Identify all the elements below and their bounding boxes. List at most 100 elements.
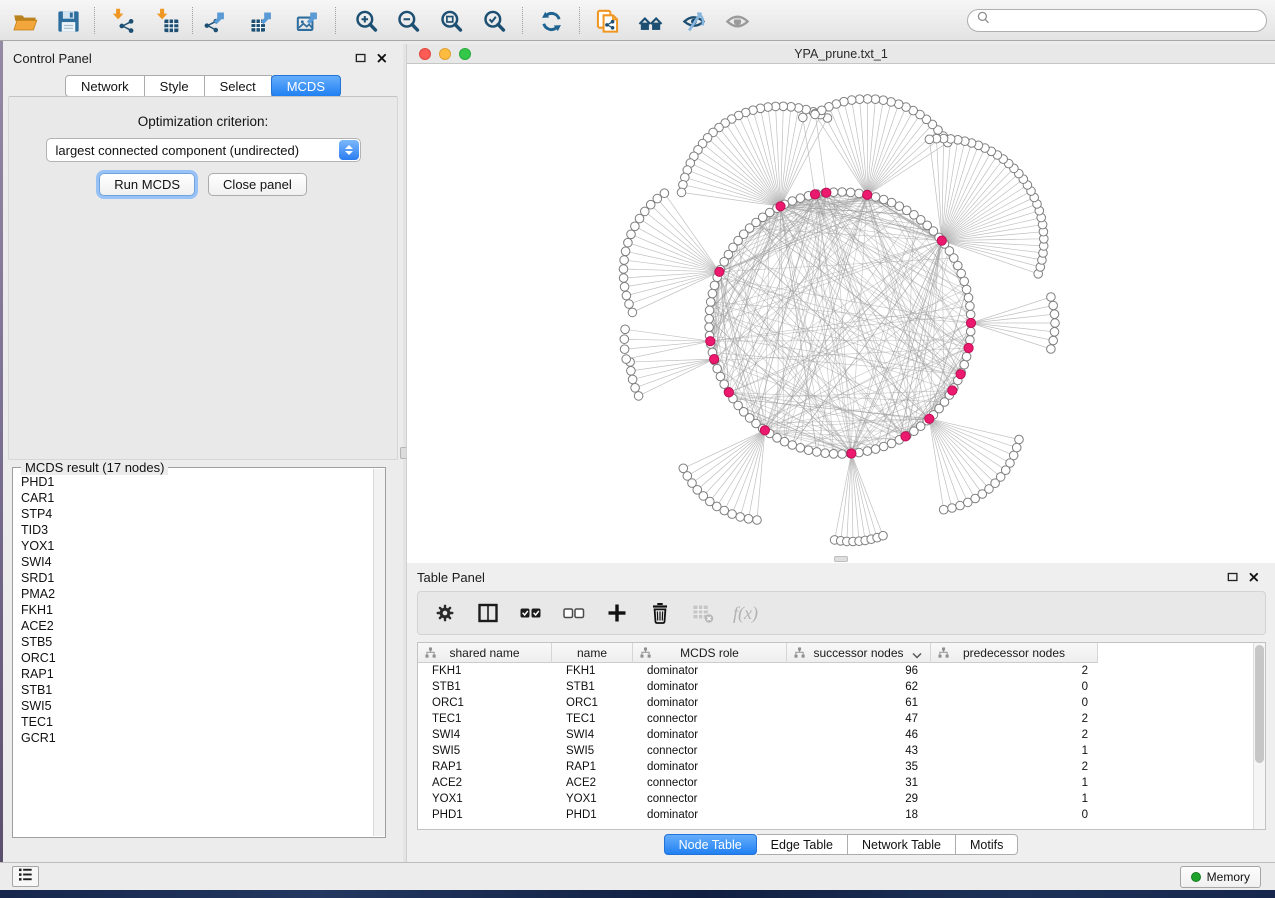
zoom-in-button[interactable] — [349, 5, 383, 37]
graph-leaf-node[interactable] — [631, 222, 640, 231]
graph-node[interactable] — [879, 442, 888, 451]
tab-network[interactable]: Network — [65, 75, 145, 97]
table-row[interactable]: SWI5 SWI5 connector 43 1 — [418, 743, 1253, 759]
search-input[interactable] — [992, 12, 1258, 30]
close-panel-button[interactable]: Close panel — [208, 173, 307, 196]
close-panel-icon[interactable] — [375, 51, 389, 65]
add-column-button[interactable] — [604, 600, 630, 626]
close-panel-icon[interactable] — [1247, 570, 1261, 584]
table-row[interactable]: STB1 STB1 dominator 62 0 — [418, 679, 1253, 695]
table-row[interactable]: FKH1 FKH1 dominator 96 2 — [418, 663, 1253, 679]
tab-select[interactable]: Select — [205, 75, 272, 97]
graph-leaf-node[interactable] — [744, 515, 753, 524]
clone-network-button[interactable] — [590, 5, 624, 37]
mcds-result-item[interactable]: GCR1 — [14, 730, 372, 746]
graph-node[interactable] — [962, 352, 971, 361]
column-header-name[interactable]: name — [552, 643, 633, 663]
mcds-result-item[interactable]: RAP1 — [14, 666, 372, 682]
run-mcds-button[interactable]: Run MCDS — [99, 173, 195, 196]
column-header-shared-name[interactable]: shared name — [418, 643, 552, 663]
graph-leaf-node[interactable] — [1047, 293, 1056, 302]
zoom-fit-button[interactable] — [434, 5, 468, 37]
graph-node[interactable] — [962, 285, 971, 294]
graph-leaf-node[interactable] — [631, 384, 640, 393]
open-session-button[interactable] — [8, 5, 42, 37]
mcds-result-item[interactable]: TID3 — [14, 522, 372, 538]
mcds-result-item[interactable]: YOX1 — [14, 538, 372, 554]
graph-leaf-node[interactable] — [925, 135, 934, 144]
mcds-result-item[interactable]: CAR1 — [14, 490, 372, 506]
graph-leaf-node[interactable] — [1050, 328, 1059, 337]
zoom-out-button[interactable] — [391, 5, 425, 37]
first-neighbors-button[interactable] — [633, 5, 667, 37]
mcds-result-item[interactable]: PHD1 — [14, 474, 372, 490]
graph-leaf-node[interactable] — [879, 531, 888, 540]
mcds-result-item[interactable]: TEC1 — [14, 714, 372, 730]
graph-leaf-node[interactable] — [728, 510, 737, 519]
graph-node[interactable] — [960, 277, 969, 286]
graph-node[interactable] — [710, 281, 719, 290]
graph-leaf-node[interactable] — [948, 504, 957, 513]
graph-leaf-node[interactable] — [1050, 310, 1059, 319]
graph-node[interactable] — [706, 298, 715, 307]
graph-node[interactable] — [708, 289, 717, 298]
table-row[interactable]: PHD1 PHD1 dominator 18 0 — [418, 807, 1253, 823]
mcds-hub-node[interactable] — [706, 337, 715, 346]
mcds-hub-node[interactable] — [966, 318, 975, 327]
network-canvas[interactable] — [407, 64, 1275, 563]
graph-leaf-node[interactable] — [624, 238, 633, 247]
table-row[interactable]: ACE2 ACE2 connector 31 1 — [418, 775, 1253, 791]
mcds-hub-node[interactable] — [760, 426, 769, 435]
graph-leaf-node[interactable] — [625, 300, 634, 309]
table-row[interactable]: SWI4 SWI4 dominator 46 2 — [418, 727, 1253, 743]
split-view-button[interactable] — [475, 600, 501, 626]
mcds-result-item[interactable]: STB1 — [14, 682, 372, 698]
graph-node[interactable] — [838, 188, 847, 197]
mcds-hub-node[interactable] — [925, 414, 934, 423]
mcds-hub-node[interactable] — [956, 370, 965, 379]
graph-leaf-node[interactable] — [620, 256, 629, 265]
table-row[interactable]: YOX1 YOX1 connector 29 1 — [418, 791, 1253, 807]
graph-node[interactable] — [796, 444, 805, 453]
graph-node[interactable] — [871, 193, 880, 202]
show-all-button[interactable] — [720, 5, 754, 37]
float-panel-icon[interactable] — [1226, 570, 1240, 584]
import-table-button[interactable] — [150, 5, 184, 37]
mcds-hub-node[interactable] — [964, 343, 973, 352]
graph-leaf-node[interactable] — [863, 95, 872, 104]
graph-leaf-node[interactable] — [736, 513, 745, 522]
column-header-MCDS-role[interactable]: MCDS role — [633, 643, 787, 663]
mcds-hub-node[interactable] — [710, 355, 719, 364]
graph-node[interactable] — [960, 360, 969, 369]
graph-leaf-node[interactable] — [627, 230, 636, 239]
graph-node[interactable] — [705, 323, 714, 332]
graph-leaf-node[interactable] — [855, 95, 864, 104]
settings-button[interactable] — [432, 600, 458, 626]
mcds-result-item[interactable]: FKH1 — [14, 602, 372, 618]
mcds-hub-node[interactable] — [937, 236, 946, 245]
mcds-result-item[interactable]: STB5 — [14, 634, 372, 650]
mcds-hub-node[interactable] — [776, 202, 785, 211]
graph-leaf-node[interactable] — [622, 291, 631, 300]
scrollbar-thumb[interactable] — [1255, 645, 1264, 763]
export-table-button[interactable] — [245, 5, 279, 37]
save-session-button[interactable] — [51, 5, 85, 37]
tab-network-table[interactable]: Network Table — [848, 834, 956, 855]
graph-leaf-node[interactable] — [939, 505, 948, 514]
graph-node[interactable] — [796, 194, 805, 203]
graph-leaf-node[interactable] — [1012, 443, 1021, 452]
export-image-button[interactable] — [291, 5, 325, 37]
mcds-result-item[interactable]: ACE2 — [14, 618, 372, 634]
graph-leaf-node[interactable] — [753, 516, 762, 525]
graph-leaf-node[interactable] — [627, 367, 636, 376]
graph-leaf-node[interactable] — [619, 274, 628, 283]
graph-leaf-node[interactable] — [811, 110, 820, 119]
mcds-list-scrollbar[interactable] — [373, 469, 385, 836]
graph-leaf-node[interactable] — [1015, 435, 1024, 444]
graph-node[interactable] — [838, 450, 847, 459]
optimization-criterion-select[interactable]: largest connected component (undirected) — [46, 138, 361, 162]
mcds-result-item[interactable]: PMA2 — [14, 586, 372, 602]
graph-leaf-node[interactable] — [1051, 319, 1060, 328]
graph-leaf-node[interactable] — [621, 247, 630, 256]
tab-motifs[interactable]: Motifs — [956, 834, 1018, 855]
